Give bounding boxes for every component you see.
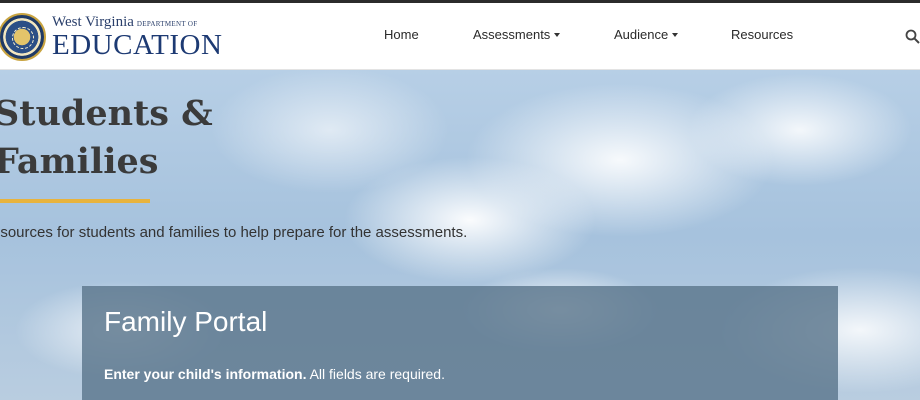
hero-banner: Students & Families esources for student… xyxy=(0,70,920,400)
logo-education: EDUCATION xyxy=(52,28,223,61)
caret-down-icon xyxy=(672,32,679,37)
title-underline xyxy=(0,199,150,203)
hero-subtitle: esources for students and families to he… xyxy=(0,224,468,241)
logo-state: West Virginia xyxy=(52,13,134,30)
nav-assessments[interactable]: Assessments xyxy=(473,27,561,42)
portal-instructions-rest: All fields are required. xyxy=(306,366,445,382)
nav-resources-label: Resources xyxy=(731,27,794,42)
page-title-line2: Families xyxy=(0,141,159,182)
portal-title: Family Portal xyxy=(104,306,268,337)
portal-instructions: Enter your child's information. All fiel… xyxy=(104,366,445,382)
nav-audience-label: Audience xyxy=(614,27,669,42)
site-logo[interactable]: West Virginia DEPARTMENT OF EDUCATION xyxy=(0,9,222,65)
nav-assessments-label: Assessments xyxy=(473,27,551,42)
search-icon[interactable] xyxy=(905,29,920,44)
state-seal-icon xyxy=(0,13,46,61)
nav-home-label: Home xyxy=(384,27,419,42)
family-portal-panel: Family Portal Enter your child's informa… xyxy=(82,286,838,400)
logo-department: DEPARTMENT OF xyxy=(136,19,198,28)
site-header: West Virginia DEPARTMENT OF EDUCATION Ho… xyxy=(0,3,920,70)
nav-resources[interactable]: Resources xyxy=(731,27,793,42)
nav-audience[interactable]: Audience xyxy=(614,27,679,42)
logo-wordmark: West Virginia DEPARTMENT OF EDUCATION xyxy=(52,13,223,61)
nav-home[interactable]: Home xyxy=(384,27,419,42)
page-title: Students & Families xyxy=(0,90,254,186)
portal-instructions-bold: Enter your child's information. xyxy=(104,366,307,382)
caret-down-icon xyxy=(554,32,561,37)
page-title-line1: Students & xyxy=(0,93,213,134)
